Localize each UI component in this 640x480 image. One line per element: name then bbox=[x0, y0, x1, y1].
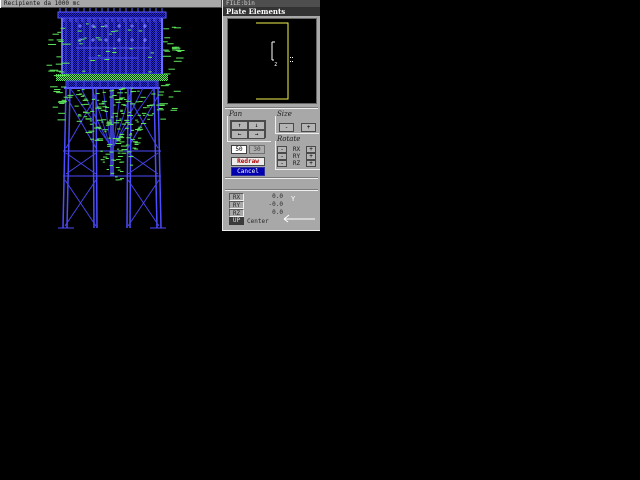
pan-down-button[interactable]: ↓ bbox=[248, 121, 265, 130]
pan-up-button[interactable]: ↑ bbox=[231, 121, 248, 130]
rotate-rz-row: - RZ + bbox=[277, 160, 316, 167]
mini-viewport[interactable]: z bbox=[227, 18, 317, 104]
cancel-button[interactable]: Cancel bbox=[231, 167, 265, 176]
rotate-ry-label: RY bbox=[287, 153, 306, 160]
size-plus-button[interactable]: + bbox=[301, 123, 316, 132]
center-button[interactable]: Center bbox=[247, 218, 269, 225]
axis-arrow bbox=[284, 215, 315, 222]
cursor-axis-label: z bbox=[274, 61, 278, 68]
pan-step-field[interactable]: 50 bbox=[231, 145, 247, 154]
coord-rx-value: 0.0 bbox=[249, 193, 283, 201]
support-frame bbox=[58, 88, 166, 228]
screen: Recipiente da 1000 mc bbox=[0, 0, 640, 480]
coord-ry-value: -0.0 bbox=[249, 201, 283, 209]
tank-skirt bbox=[64, 81, 160, 88]
coord-rz-label: RZ bbox=[229, 209, 244, 217]
reference-dots bbox=[290, 57, 293, 62]
redraw-button[interactable]: Redraw bbox=[231, 157, 265, 166]
axis-y-label: Y bbox=[291, 195, 296, 203]
model-title-bar: Recipiente da 1000 mc bbox=[0, 0, 222, 8]
rotate-rx-row: - RX + bbox=[277, 146, 316, 153]
rotate-group-label: Rotate bbox=[277, 136, 300, 143]
model-viewport[interactable]: Recipiente da 1000 mc bbox=[0, 0, 222, 232]
divider bbox=[225, 107, 318, 109]
coord-rz-value: 0.0 bbox=[249, 209, 283, 217]
rotate-ry-row: - RY + bbox=[277, 153, 316, 160]
pan-right-button[interactable]: → bbox=[248, 130, 265, 139]
green-load-band bbox=[56, 74, 168, 81]
pan-controls: ↑ ↓ ← → bbox=[230, 120, 266, 138]
rotate-ry-plus-button[interactable]: + bbox=[306, 153, 316, 160]
rotate-rx-plus-button[interactable]: + bbox=[306, 146, 316, 153]
rotate-rz-label: RZ bbox=[287, 160, 306, 167]
pan-group-label: Pan bbox=[229, 111, 242, 118]
model-title: Recipiente da 1000 mc bbox=[4, 0, 80, 7]
coord-rx-label: RX bbox=[229, 193, 244, 201]
file-name: FILE:bin bbox=[226, 0, 255, 7]
pan-left-button[interactable]: ← bbox=[231, 130, 248, 139]
mini-view-drawing: z bbox=[228, 19, 316, 103]
rotate-rx-minus-button[interactable]: - bbox=[277, 146, 287, 153]
rotate-rz-minus-button[interactable]: - bbox=[277, 160, 287, 167]
size-step-field[interactable]: 30 bbox=[249, 145, 265, 154]
water-tower-model bbox=[0, 0, 222, 232]
axis-indicator: Y bbox=[281, 191, 319, 227]
control-panel: FILE:bin Plate Elements z Pan ↑ ↓ ← → bbox=[222, 0, 320, 231]
plan-outline bbox=[256, 23, 288, 99]
panel-title: Plate Elements bbox=[223, 7, 320, 16]
rotate-ry-minus-button[interactable]: - bbox=[277, 153, 287, 160]
rotate-rx-label: RX bbox=[287, 146, 306, 153]
rotate-rz-plus-button[interactable]: + bbox=[306, 160, 316, 167]
divider bbox=[225, 177, 318, 179]
panel-title-text: Plate Elements bbox=[226, 7, 285, 16]
view-cursor bbox=[272, 42, 275, 60]
size-minus-button[interactable]: - bbox=[279, 123, 294, 132]
file-bar: FILE:bin bbox=[223, 0, 320, 7]
up-toggle[interactable]: UP bbox=[229, 217, 244, 225]
coord-ry-label: RY bbox=[229, 201, 244, 209]
size-group-label: Size bbox=[277, 111, 292, 118]
